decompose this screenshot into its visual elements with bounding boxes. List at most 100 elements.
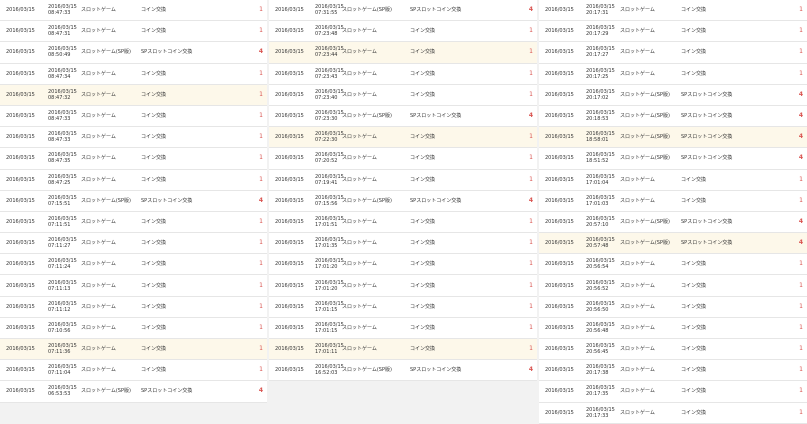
table-row: 2016/03/15 2016/03/15 08:47:25 スロットゲーム コイン交換… <box>0 169 267 191</box>
history-panel-1: 2016/03/15 2016/03/15 08:47:33 スロットゲーム コイン交換… <box>0 0 267 403</box>
table-row: 2016/03/15 2016/03/15 07:20:52 スロットゲーム コイン交換… <box>269 148 537 170</box>
row-timestamp: 2016/03/15 07:23:40 <box>315 89 344 101</box>
row-type: コイン交換 <box>141 134 167 141</box>
row-timestamp-time: 20:17:33 <box>586 412 609 419</box>
row-date: 2016/03/15 <box>6 218 35 225</box>
row-timestamp-time: 20:18:53 <box>586 116 609 123</box>
table-row: 2016/03/15 2016/03/15 20:18:53 スロットゲーム(SP版)… <box>539 105 807 128</box>
row-type: SPスロットコイン交換 <box>681 218 733 225</box>
row-type: コイン交換 <box>141 261 167 268</box>
row-game: スロットゲーム(SP版) <box>342 197 392 204</box>
table-row: 2016/03/15 2016/03/15 17:01:20 スロットゲーム コイン交換… <box>269 275 537 297</box>
row-timestamp-time: 07:23:44 <box>315 52 338 59</box>
row-timestamp-time: 07:15:51 <box>48 200 71 207</box>
row-amount: 1 <box>259 260 263 268</box>
row-date: 2016/03/15 <box>6 240 35 247</box>
row-timestamp-time: 08:47:35 <box>48 158 71 165</box>
row-timestamp-time: 20:56:45 <box>586 349 609 356</box>
row-timestamp-time: 20:57:10 <box>586 221 609 228</box>
row-amount: 1 <box>529 175 533 183</box>
row-timestamp-time: 17:01:04 <box>586 179 609 186</box>
row-timestamp: 2016/03/15 06:53:53 <box>48 385 77 397</box>
row-amount: 1 <box>259 217 263 225</box>
row-amount: 1 <box>259 239 263 247</box>
row-timestamp-time: 17:01:20 <box>315 285 338 292</box>
row-timestamp: 2016/03/15 20:56:50 <box>586 301 615 313</box>
table-row: 2016/03/15 2016/03/15 20:57:48 スロットゲーム(SP版)… <box>539 233 807 255</box>
row-game: スロットゲーム <box>342 346 377 353</box>
row-amount: 1 <box>259 302 263 310</box>
row-game: スロットゲーム <box>342 282 377 289</box>
row-timestamp-time: 07:22:30 <box>315 137 338 144</box>
row-date: 2016/03/15 <box>545 324 574 331</box>
row-amount: 4 <box>528 196 533 204</box>
row-amount: 1 <box>529 48 533 56</box>
row-timestamp-time: 18:51:52 <box>586 158 609 165</box>
row-amount: 1 <box>529 260 533 268</box>
row-type: コイン交換 <box>681 261 707 268</box>
row-type: コイン交換 <box>681 282 707 289</box>
row-timestamp-time: 20:56:48 <box>586 327 609 334</box>
row-date: 2016/03/15 <box>6 367 35 374</box>
row-date: 2016/03/15 <box>275 49 304 56</box>
row-timestamp: 2016/03/15 20:56:52 <box>586 280 615 292</box>
row-type: コイン交換 <box>410 28 436 35</box>
row-date: 2016/03/15 <box>6 324 35 331</box>
row-amount: 4 <box>528 6 533 14</box>
row-game: スロットゲーム(SP版) <box>620 134 670 141</box>
row-game: スロットゲーム <box>620 49 655 56</box>
row-amount: 4 <box>798 112 803 120</box>
row-date: 2016/03/15 <box>545 70 574 77</box>
row-game: スロットゲーム <box>81 28 116 35</box>
row-type: コイン交換 <box>141 7 167 14</box>
row-timestamp: 2016/03/15 07:11:36 <box>48 343 77 355</box>
row-amount: 4 <box>798 239 803 247</box>
table-row: 2016/03/15 2016/03/15 20:17:33 スロットゲーム コイン交換… <box>539 402 807 424</box>
row-game: スロットゲーム <box>81 7 116 14</box>
row-date: 2016/03/15 <box>275 70 304 77</box>
row-timestamp-time: 07:11:51 <box>48 221 71 228</box>
row-date: 2016/03/15 <box>6 261 35 268</box>
row-date: 2016/03/15 <box>6 49 35 56</box>
history-panel-3: 2016/03/15 2016/03/15 20:17:31 スロットゲーム コイン交換… <box>539 0 807 424</box>
row-timestamp-time: 20:17:29 <box>586 31 609 38</box>
row-timestamp-time: 17:01:20 <box>315 264 338 271</box>
row-amount: 1 <box>529 281 533 289</box>
row-game: スロットゲーム <box>342 155 377 162</box>
row-amount: 1 <box>799 408 803 416</box>
row-type: コイン交換 <box>681 324 707 331</box>
row-timestamp-time: 17:01:15 <box>315 306 338 313</box>
row-amount: 1 <box>529 90 533 98</box>
row-type: コイン交換 <box>410 91 436 98</box>
row-type: コイン交換 <box>410 303 436 310</box>
row-timestamp-time: 07:15:56 <box>315 200 338 207</box>
row-date: 2016/03/15 <box>275 113 304 120</box>
table-row: 2016/03/15 2016/03/15 07:11:36 スロットゲーム コイン交換… <box>0 339 267 361</box>
row-timestamp: 2016/03/15 17:01:15 <box>315 322 344 334</box>
table-row: 2016/03/15 2016/03/15 07:23:40 スロットゲーム コイン交換… <box>269 84 537 106</box>
row-type: コイン交換 <box>681 303 707 310</box>
row-type: コイン交換 <box>681 70 707 77</box>
row-timestamp: 2016/03/15 08:47:33 <box>48 131 77 143</box>
row-type: コイン交換 <box>681 197 707 204</box>
row-game: スロットゲーム <box>81 303 116 310</box>
row-amount: 1 <box>529 239 533 247</box>
row-timestamp-time: 17:01:03 <box>586 200 609 207</box>
row-timestamp: 2016/03/15 07:31:55 <box>315 4 344 16</box>
row-timestamp: 2016/03/15 20:17:31 <box>586 4 615 16</box>
row-timestamp: 2016/03/15 07:23:30 <box>315 110 344 122</box>
row-date: 2016/03/15 <box>275 303 304 310</box>
row-type: コイン交換 <box>681 49 707 56</box>
row-timestamp: 2016/03/15 07:15:56 <box>315 195 344 207</box>
table-row: 2016/03/15 2016/03/15 20:17:38 スロットゲーム コイン交換… <box>539 360 807 382</box>
row-game: スロットゲーム <box>81 240 116 247</box>
row-date: 2016/03/15 <box>545 367 574 374</box>
row-type: コイン交換 <box>141 155 167 162</box>
row-date: 2016/03/15 <box>275 367 304 374</box>
row-game: スロットゲーム <box>342 324 377 331</box>
row-timestamp-time: 20:57:48 <box>586 243 609 250</box>
row-game: スロットゲーム <box>81 155 116 162</box>
row-amount: 1 <box>529 323 533 331</box>
row-timestamp: 2016/03/15 20:57:48 <box>586 237 615 250</box>
table-row: 2016/03/15 2016/03/15 07:15:51 スロットゲーム(SP版)… <box>0 190 267 212</box>
